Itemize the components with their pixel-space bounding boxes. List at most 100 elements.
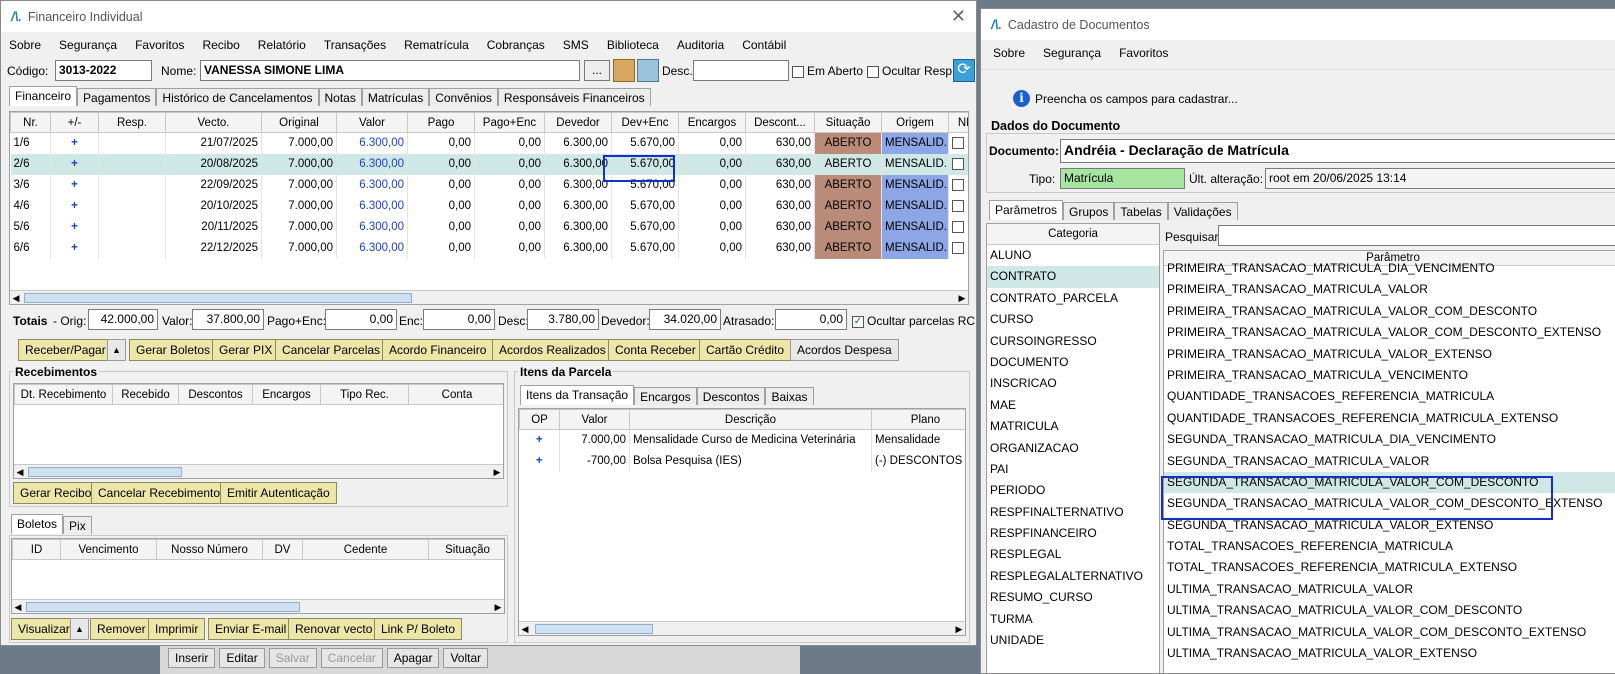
table-row[interactable]: 6/6 +22/12/2025 7.000,00 6.300,00 0,00 0,00 6.… xyxy=(10,237,968,259)
background-button[interactable]: Cancelar xyxy=(320,648,383,668)
action-button[interactable]: Gerar Boletos xyxy=(129,339,218,361)
column-header[interactable]: Pago xyxy=(407,112,475,133)
column-header[interactable]: Descontos xyxy=(178,384,253,405)
column-header[interactable]: Encargos xyxy=(678,112,746,133)
categoria-item[interactable]: MATRICULA xyxy=(987,416,1159,437)
dropdown-arrow-icon[interactable]: ▲ xyxy=(107,339,126,361)
menu-item[interactable]: Sobre xyxy=(7,38,43,52)
table-row[interactable]: + -700,00 Bolsa Pesquisa (IES) (-) DESCONTO… xyxy=(519,450,965,472)
action-button[interactable]: Renovar vecto xyxy=(288,618,380,640)
action-button[interactable]: Cancelar Recebimento xyxy=(91,482,228,504)
action-button[interactable]: Imprimir xyxy=(148,618,206,640)
action-button[interactable]: Enviar E-mail xyxy=(208,618,294,640)
parametro-item[interactable]: ULTIMA_TRANSACAO_MATRICULA_VALOR xyxy=(1164,579,1615,600)
categoria-item[interactable]: UNIDADE xyxy=(987,630,1159,651)
nf-checkbox[interactable] xyxy=(948,132,968,154)
categoria-item[interactable]: ORGANIZACAO xyxy=(987,438,1159,459)
menu-item[interactable]: Favoritos xyxy=(1117,46,1170,60)
nf-checkbox[interactable] xyxy=(948,216,968,238)
categoria-item[interactable]: RESPFINANCEIRO xyxy=(987,523,1159,544)
column-header[interactable]: DV xyxy=(262,539,303,560)
categoria-item[interactable]: ALUNO xyxy=(987,245,1159,266)
tab-1[interactable]: Pagamentos xyxy=(77,88,157,106)
parametro-item[interactable]: QUANTIDADE_TRANSACOES_REFERENCIA_MATRICU… xyxy=(1164,408,1615,429)
column-header[interactable]: Descrição xyxy=(629,409,872,430)
column-header[interactable]: Recebido xyxy=(112,384,179,405)
close-icon[interactable]: ✕ xyxy=(951,6,966,27)
boletos-hscrollbar[interactable]: ◀ ▶ xyxy=(12,599,504,613)
tab-3[interactable]: Baixas xyxy=(765,387,814,405)
categoria-item[interactable]: INSCRICAO xyxy=(987,373,1159,394)
parcelas-hscrollbar[interactable]: ◀ ▶ xyxy=(10,290,968,304)
desc-field[interactable] xyxy=(693,60,789,81)
categoria-item[interactable]: PAI xyxy=(987,459,1159,480)
categoria-item[interactable]: PERIODO xyxy=(987,480,1159,501)
column-header[interactable]: Resp. xyxy=(98,112,166,133)
menu-item[interactable]: Relatório xyxy=(256,38,308,52)
table-row[interactable]: +7.000,00 Mensalidade Curso de Medicina V… xyxy=(519,429,965,451)
parametro-item[interactable]: TOTAL_TRANSACOES_REFERENCIA_MATRICULA xyxy=(1164,536,1615,557)
search-name-button[interactable]: ... xyxy=(584,60,610,81)
parametro-item[interactable]: ULTIMA_TRANSACAO_MATRICULA_VALOR_COM_DES… xyxy=(1164,600,1615,621)
menu-item[interactable]: Sobre xyxy=(991,46,1027,60)
tab-5[interactable]: Convênios xyxy=(429,88,498,106)
column-header[interactable]: Cedente xyxy=(302,539,429,560)
parametro-item[interactable]: PRIMEIRA_TRANSACAO_MATRICULA_VENCIMENTO xyxy=(1164,365,1615,386)
tab-1[interactable]: Pix xyxy=(63,516,92,534)
column-header[interactable]: Nr. xyxy=(10,112,51,133)
nf-checkbox[interactable] xyxy=(948,237,968,259)
pesquisar-input[interactable] xyxy=(1218,225,1615,246)
tab-0[interactable]: Boletos xyxy=(11,514,64,534)
table-row[interactable]: 2/6 +20/08/2025 7.000,00 6.300,00 0,00 0,00 6.… xyxy=(10,153,968,175)
edit-icon[interactable] xyxy=(637,59,659,82)
categoria-item[interactable]: MAE xyxy=(987,395,1159,416)
action-button[interactable]: Remover xyxy=(90,618,153,640)
ocultar-resp-checkbox[interactable]: Ocultar Resp. xyxy=(867,64,955,78)
tab-0[interactable]: Parâmetros xyxy=(989,200,1064,220)
column-header[interactable]: Original xyxy=(261,112,337,133)
column-header[interactable]: Origem xyxy=(881,112,949,133)
tab-0[interactable]: Financeiro xyxy=(9,86,78,106)
categoria-item[interactable]: DOCUMENTO xyxy=(987,352,1159,373)
categoria-item[interactable]: CONTRATO_PARCELA xyxy=(987,288,1159,309)
nf-checkbox[interactable] xyxy=(948,195,968,217)
column-header[interactable]: Dev+Enc xyxy=(611,112,679,133)
tab-0[interactable]: Itens da Transação xyxy=(520,385,635,405)
menu-item[interactable]: Transações xyxy=(322,38,388,52)
column-header[interactable]: Descont... xyxy=(745,112,815,133)
categoria-item[interactable]: RESPFINALTERNATIVO xyxy=(987,502,1159,523)
parametro-item[interactable]: TOTAL_TRANSACOES_REFERENCIA_MATRICULA_EX… xyxy=(1164,557,1615,578)
tab-3[interactable]: Validações xyxy=(1167,202,1238,220)
person-icon[interactable] xyxy=(613,59,635,82)
refresh-icon[interactable]: ⟳ xyxy=(953,59,975,82)
categoria-item[interactable]: CURSO xyxy=(987,309,1159,330)
ocultar-parcelas-checkbox[interactable]: ✓ Ocultar parcelas RC xyxy=(852,314,975,328)
action-button[interactable]: Acordos Realizados xyxy=(492,339,613,361)
codigo-field[interactable]: 3013-2022 xyxy=(55,60,152,81)
action-button[interactable]: Link P/ Boleto xyxy=(374,618,463,640)
categoria-item[interactable]: RESUMO_CURSO xyxy=(987,587,1159,608)
menu-item[interactable]: Favoritos xyxy=(133,38,186,52)
column-header[interactable]: Valor xyxy=(559,409,630,430)
menu-item[interactable]: Auditoria xyxy=(675,38,726,52)
column-header[interactable]: Plano xyxy=(871,409,965,430)
recebimentos-hscrollbar[interactable]: ◀ ▶ xyxy=(14,464,503,478)
parametro-item[interactable]: PRIMEIRA_TRANSACAO_MATRICULA_VALOR_COM_D… xyxy=(1164,322,1615,343)
parametro-item[interactable]: SEGUNDA_TRANSACAO_MATRICULA_VALOR xyxy=(1164,451,1615,472)
action-button[interactable]: Receber/Pagar xyxy=(18,339,113,361)
tab-3[interactable]: Notas xyxy=(318,88,362,106)
parametro-item[interactable]: PRIMEIRA_TRANSACAO_MATRICULA_VALOR_EXTEN… xyxy=(1164,344,1615,365)
column-header[interactable]: Nosso Número xyxy=(156,539,263,560)
nf-checkbox[interactable] xyxy=(948,153,968,175)
tipo-field[interactable]: Matrícula xyxy=(1060,168,1185,189)
tab-4[interactable]: Matrículas xyxy=(361,88,430,106)
action-button[interactable]: Visualizar xyxy=(11,618,77,640)
menu-item[interactable]: Segurança xyxy=(57,38,119,52)
background-button[interactable]: Salvar xyxy=(268,648,317,668)
menu-item[interactable]: Cobranças xyxy=(485,38,547,52)
background-button[interactable]: Editar xyxy=(219,648,265,668)
action-button[interactable]: Gerar PIX xyxy=(212,339,280,361)
parametro-item[interactable]: PRIMEIRA_TRANSACAO_MATRICULA_DIA_VENCIME… xyxy=(1164,258,1615,279)
dropdown-arrow-icon[interactable]: ▲ xyxy=(70,618,89,640)
background-button[interactable]: Inserir xyxy=(168,648,216,668)
